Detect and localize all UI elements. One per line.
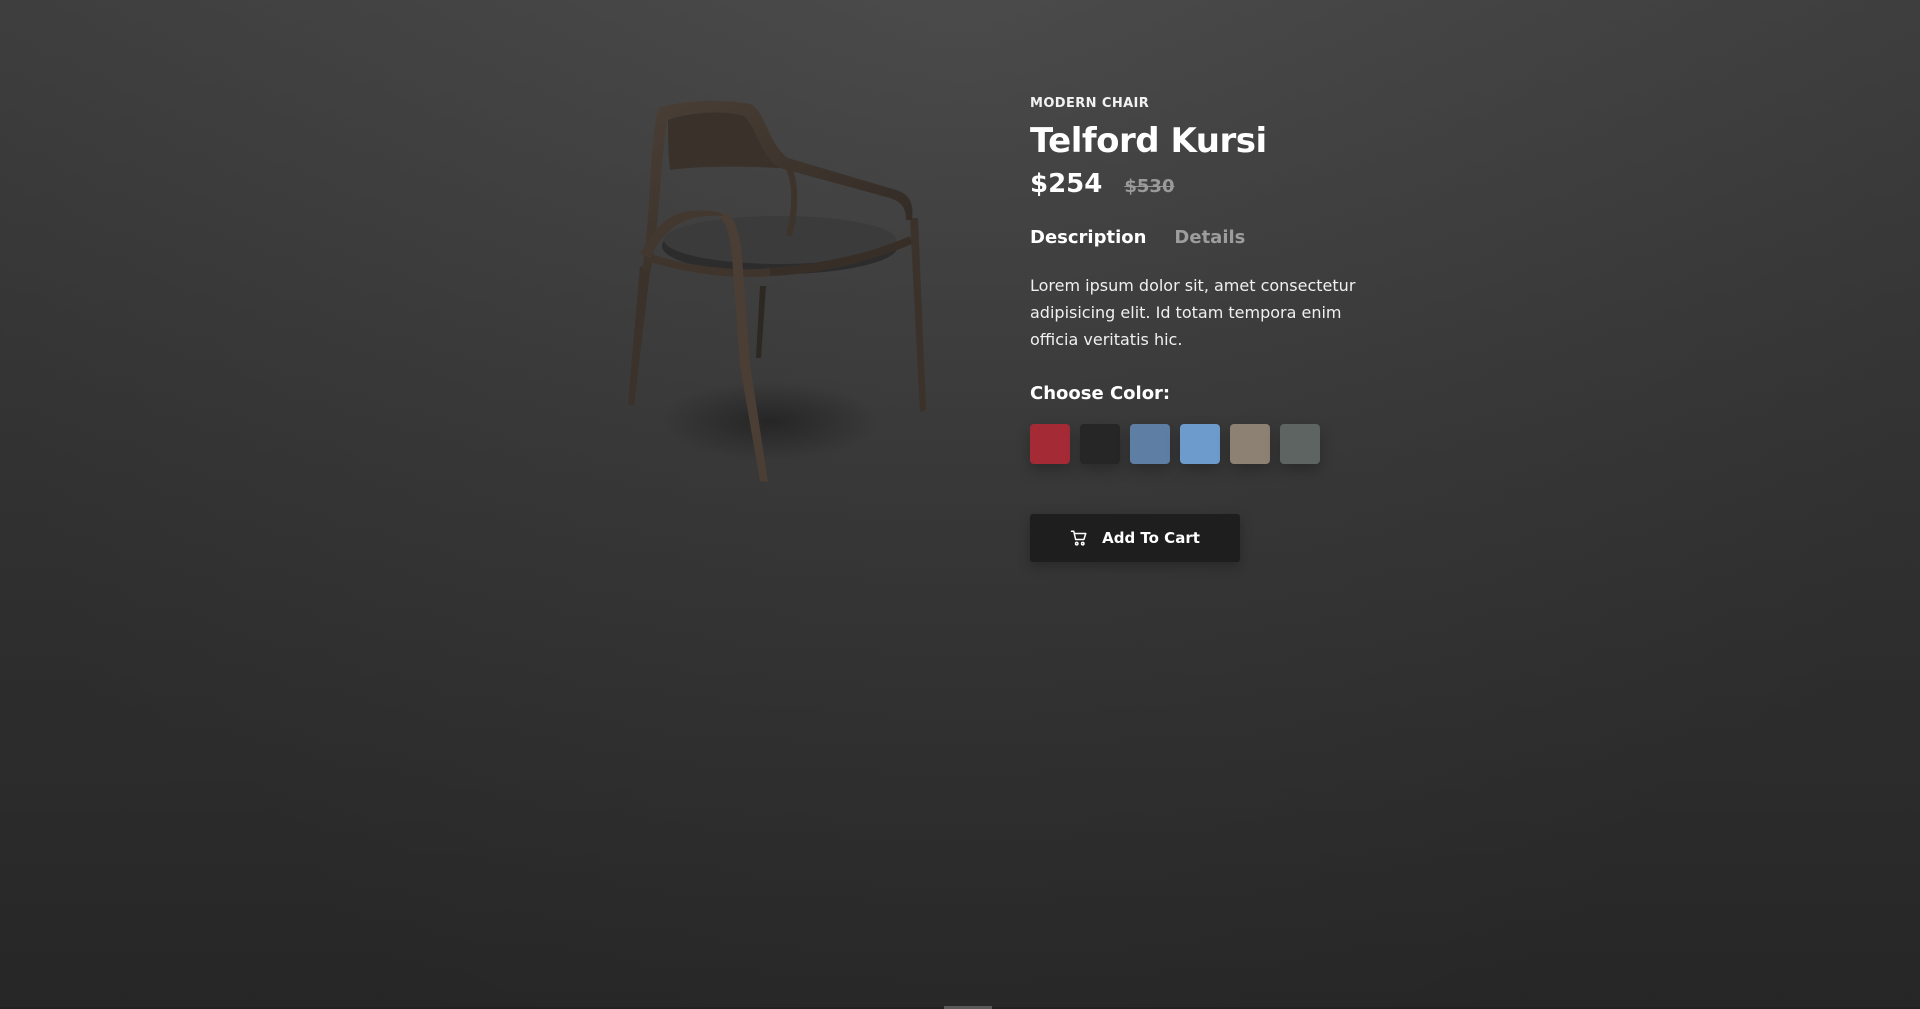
tab-description[interactable]: Description <box>1030 227 1146 248</box>
info-tabs: Description Details <box>1030 227 1450 248</box>
product-category: MODERN CHAIR <box>1030 96 1150 111</box>
current-price: $254 <box>1030 169 1103 199</box>
add-to-cart-label: Add To Cart <box>1102 529 1200 547</box>
color-swatch-light-blue[interactable] <box>1180 424 1220 464</box>
choose-color-label: Choose Color: <box>1030 383 1171 404</box>
add-to-cart-button[interactable]: Add To Cart <box>1030 514 1240 562</box>
product-image <box>620 96 950 496</box>
product-info: MODERN CHAIR Telford Kursi $254 $530 Des… <box>1030 96 1450 562</box>
color-swatch-black[interactable] <box>1080 424 1120 464</box>
product-description: Lorem ipsum dolor sit, amet consectetur … <box>1030 276 1356 349</box>
color-swatch-grey[interactable] <box>1280 424 1320 464</box>
original-price: $530 <box>1124 176 1175 197</box>
color-swatch-denim[interactable] <box>1130 424 1170 464</box>
product-title: Telford Kursi <box>1030 121 1267 161</box>
color-swatch-beige[interactable] <box>1230 424 1270 464</box>
color-swatch-red[interactable] <box>1030 424 1070 464</box>
background-vignette <box>0 0 1920 1009</box>
cart-icon <box>1070 529 1088 547</box>
tab-details[interactable]: Details <box>1174 227 1245 248</box>
price-row: $254 $530 <box>1030 169 1450 199</box>
chair-icon <box>628 100 926 482</box>
color-swatches <box>1030 424 1450 464</box>
